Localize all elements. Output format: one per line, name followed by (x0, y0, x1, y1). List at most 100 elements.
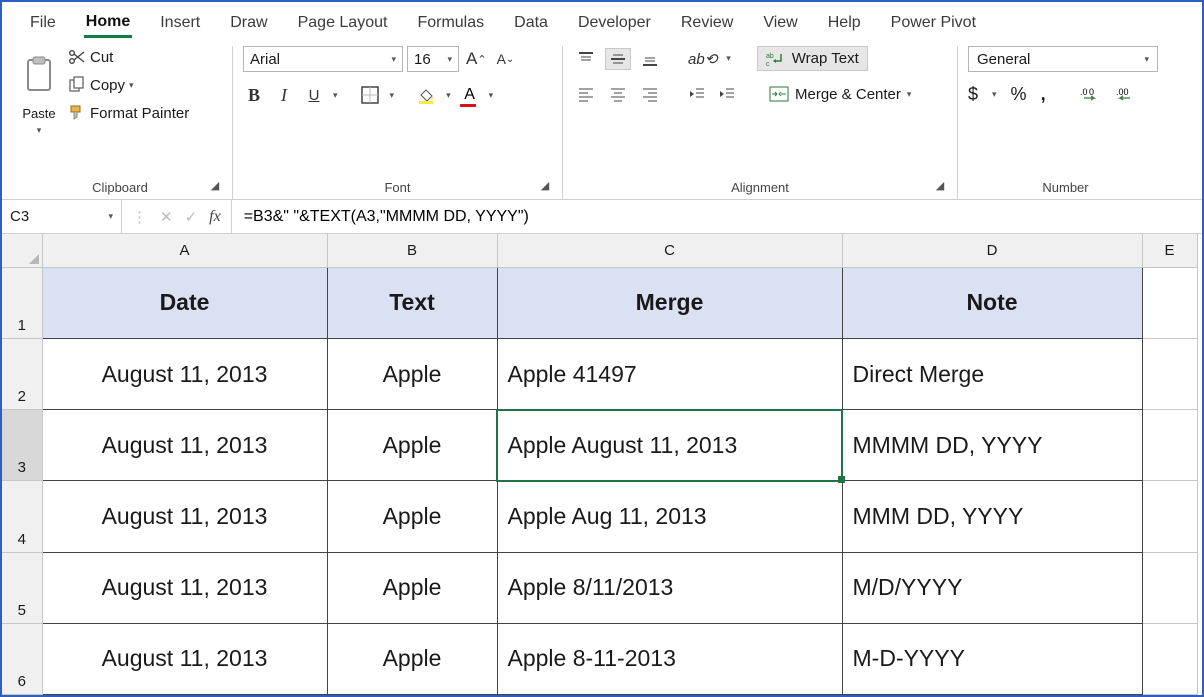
italic-button[interactable]: I (273, 84, 295, 106)
tab-view[interactable]: View (761, 10, 799, 36)
cell-A5[interactable]: August 11, 2013 (42, 552, 327, 623)
wrap-text-button[interactable]: abc Wrap Text (757, 46, 868, 71)
font-name-combo[interactable]: Arial▾ (243, 46, 403, 72)
font-size-combo[interactable]: 16▾ (407, 46, 459, 72)
underline-dropdown[interactable]: ▾ (333, 90, 338, 101)
underline-button[interactable]: U (303, 84, 325, 106)
cell-B6[interactable]: Apple (327, 623, 497, 694)
cell-C2[interactable]: Apple 41497 (497, 338, 842, 409)
cell-E4[interactable] (1142, 481, 1197, 552)
tab-data[interactable]: Data (512, 10, 550, 36)
cell-C5[interactable]: Apple 8/11/2013 (497, 552, 842, 623)
col-header-D[interactable]: D (842, 234, 1142, 267)
cell-C1[interactable]: Merge (497, 267, 842, 338)
tab-home[interactable]: Home (84, 9, 132, 38)
tab-review[interactable]: Review (679, 10, 735, 36)
fill-dropdown[interactable]: ▾ (446, 90, 451, 101)
cell-D1[interactable]: Note (842, 267, 1142, 338)
number-format-combo[interactable]: General▾ (968, 46, 1158, 72)
name-box[interactable]: C3▾ (2, 200, 122, 233)
cell-D5[interactable]: M/D/YYYY (842, 552, 1142, 623)
tab-draw[interactable]: Draw (228, 10, 269, 36)
decrease-font-icon[interactable]: A⌄ (494, 48, 518, 70)
comma-format-button[interactable]: , (1041, 84, 1046, 105)
fx-icon[interactable]: fx (209, 208, 221, 226)
cell-B2[interactable]: Apple (327, 338, 497, 409)
tab-power-pivot[interactable]: Power Pivot (889, 10, 978, 36)
paste-button[interactable] (18, 46, 60, 102)
merge-center-button[interactable]: Merge & Center ▾ (765, 84, 915, 105)
bold-button[interactable]: B (243, 84, 265, 106)
font-launcher-icon[interactable]: ◢ (538, 179, 552, 193)
cell-E5[interactable] (1142, 552, 1197, 623)
orientation-button[interactable]: ab⟲ (685, 48, 720, 70)
increase-indent-button[interactable] (715, 83, 739, 105)
cell-D6[interactable]: M-D-YYYY (842, 623, 1142, 694)
fill-color-button[interactable] (414, 84, 438, 106)
cell-B5[interactable]: Apple (327, 552, 497, 623)
row-header-3[interactable]: 3 (2, 410, 42, 481)
col-header-E[interactable]: E (1142, 234, 1197, 267)
row-header-2[interactable]: 2 (2, 338, 42, 409)
align-center-button[interactable] (605, 83, 631, 105)
copy-button[interactable]: Copy ▾ (68, 76, 189, 94)
increase-decimal-button[interactable]: .00 (1080, 86, 1102, 104)
percent-format-button[interactable]: % (1011, 84, 1027, 105)
col-header-B[interactable]: B (327, 234, 497, 267)
col-header-A[interactable]: A (42, 234, 327, 267)
align-middle-button[interactable] (605, 48, 631, 70)
font-color-dropdown[interactable]: ▾ (489, 90, 494, 101)
cell-D4[interactable]: MMM DD, YYYY (842, 481, 1142, 552)
align-top-button[interactable] (573, 48, 599, 70)
cell-B3[interactable]: Apple (327, 410, 497, 481)
format-painter-button[interactable]: Format Painter (68, 104, 189, 122)
accounting-dropdown[interactable]: ▾ (992, 89, 997, 100)
row-header-4[interactable]: 4 (2, 481, 42, 552)
row-header-5[interactable]: 5 (2, 552, 42, 623)
cell-C4[interactable]: Apple Aug 11, 2013 (497, 481, 842, 552)
paste-dropdown[interactable]: ▾ (37, 125, 42, 136)
borders-dropdown[interactable]: ▾ (390, 90, 395, 101)
cell-A2[interactable]: August 11, 2013 (42, 338, 327, 409)
cut-button[interactable]: Cut (68, 48, 189, 66)
worksheet[interactable]: ABCDE1DateTextMergeNote2August 11, 2013A… (2, 234, 1202, 695)
align-right-button[interactable] (637, 83, 663, 105)
decrease-indent-button[interactable] (685, 83, 709, 105)
cell-D3[interactable]: MMMM DD, YYYY (842, 410, 1142, 481)
align-left-button[interactable] (573, 83, 599, 105)
cancel-formula-button[interactable]: ✕ (160, 208, 173, 226)
col-header-C[interactable]: C (497, 234, 842, 267)
confirm-formula-button[interactable]: ✓ (185, 208, 198, 226)
cell-B4[interactable]: Apple (327, 481, 497, 552)
tab-formulas[interactable]: Formulas (415, 10, 486, 36)
dots-icon[interactable]: ⋮ (132, 208, 148, 226)
cell-A6[interactable]: August 11, 2013 (42, 623, 327, 694)
cell-B1[interactable]: Text (327, 267, 497, 338)
borders-button[interactable] (358, 84, 382, 106)
tab-insert[interactable]: Insert (158, 10, 202, 36)
cell-C6[interactable]: Apple 8-11-2013 (497, 623, 842, 694)
cell-E3[interactable] (1142, 410, 1197, 481)
tab-page-layout[interactable]: Page Layout (296, 10, 390, 36)
decrease-decimal-button[interactable]: .00 (1116, 86, 1138, 104)
select-all-corner[interactable] (2, 234, 42, 267)
row-header-6[interactable]: 6 (2, 623, 42, 694)
cell-A3[interactable]: August 11, 2013 (42, 410, 327, 481)
formula-input[interactable] (232, 200, 1202, 233)
row-header-1[interactable]: 1 (2, 267, 42, 338)
tab-help[interactable]: Help (826, 10, 863, 36)
cell-E1[interactable] (1142, 267, 1197, 338)
cell-E2[interactable] (1142, 338, 1197, 409)
cell-C3[interactable]: Apple August 11, 2013 (497, 410, 842, 481)
tab-file[interactable]: File (28, 10, 58, 36)
accounting-format-button[interactable]: $ (968, 84, 978, 105)
font-color-button[interactable]: A (459, 84, 481, 106)
clipboard-launcher-icon[interactable]: ◢ (208, 179, 222, 193)
alignment-launcher-icon[interactable]: ◢ (933, 179, 947, 193)
cell-D2[interactable]: Direct Merge (842, 338, 1142, 409)
cell-A4[interactable]: August 11, 2013 (42, 481, 327, 552)
align-bottom-button[interactable] (637, 48, 663, 70)
tab-developer[interactable]: Developer (576, 10, 653, 36)
cell-E6[interactable] (1142, 623, 1197, 694)
cell-A1[interactable]: Date (42, 267, 327, 338)
